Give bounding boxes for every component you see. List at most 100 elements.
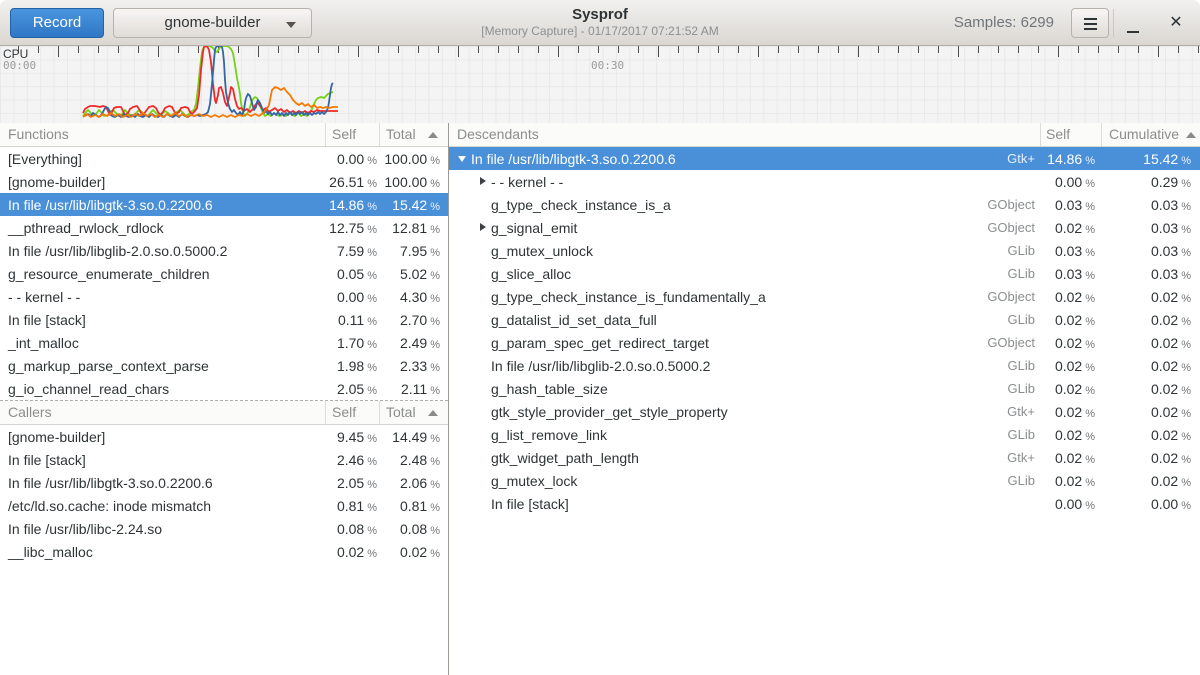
callers-total-column[interactable]: Total bbox=[386, 404, 416, 420]
function-name-cell: g_signal_emitGObject bbox=[449, 216, 1040, 239]
value: 0.02 bbox=[1055, 358, 1082, 374]
self-percentage: 0.02% bbox=[1040, 450, 1101, 466]
callers-column-title[interactable]: Callers bbox=[8, 404, 52, 420]
close-button[interactable]: ✕ bbox=[1161, 8, 1191, 38]
library-category-badge: GObject bbox=[987, 289, 1040, 304]
record-button[interactable]: Record bbox=[10, 8, 104, 38]
table-row[interactable]: [gnome-builder]9.45%14.49% bbox=[0, 425, 448, 448]
self-percentage: 0.02% bbox=[1040, 335, 1101, 351]
percent-sign: % bbox=[430, 201, 440, 213]
percent-sign: % bbox=[1181, 454, 1191, 466]
table-row[interactable]: g_slice_allocGLib0.03%0.03% bbox=[449, 262, 1200, 285]
table-row[interactable]: In file [stack]0.00%0.00% bbox=[449, 492, 1200, 515]
value: 0.05 bbox=[337, 266, 364, 282]
expander-down-icon[interactable] bbox=[455, 147, 471, 170]
table-row[interactable]: [gnome-builder]26.51%100.00% bbox=[0, 170, 448, 193]
table-row[interactable]: - - kernel - -0.00%4.30% bbox=[0, 285, 448, 308]
function-name: g_type_check_instance_is_fundamentally_a bbox=[491, 289, 766, 305]
table-row[interactable]: g_type_check_instance_is_fundamentally_a… bbox=[449, 285, 1200, 308]
triangle-glyph bbox=[458, 156, 466, 162]
table-row[interactable]: In file /usr/lib/libgtk-3.so.0.2200.62.0… bbox=[0, 471, 448, 494]
function-name: - - kernel - - bbox=[491, 174, 563, 190]
percent-sign: % bbox=[430, 525, 440, 537]
value: 4.30 bbox=[400, 289, 427, 305]
expander-placeholder bbox=[475, 400, 491, 423]
expander-right-icon[interactable] bbox=[475, 170, 491, 193]
table-row[interactable]: g_io_channel_read_chars2.05%2.11% bbox=[0, 377, 448, 400]
expander-placeholder bbox=[475, 492, 491, 515]
value: 0.02 bbox=[1151, 381, 1178, 397]
descendants-column-title[interactable]: Descendants bbox=[457, 126, 539, 142]
table-row[interactable]: gtk_style_provider_get_style_propertyGtk… bbox=[449, 400, 1200, 423]
function-name-cell: In file /usr/lib/libglib-2.0.so.0.5000.2… bbox=[449, 354, 1040, 377]
function-name-cell: g_list_remove_linkGLib bbox=[449, 423, 1040, 446]
table-row[interactable]: _int_malloc1.70%2.49% bbox=[0, 331, 448, 354]
table-row[interactable]: g_mutex_lockGLib0.02%0.02% bbox=[449, 469, 1200, 492]
total-percentage: 100.00% bbox=[379, 151, 448, 167]
library-category-badge: Gtk+ bbox=[1007, 404, 1040, 419]
value: 15.42 bbox=[392, 197, 427, 213]
table-row[interactable]: - - kernel - -0.00%0.29% bbox=[449, 170, 1200, 193]
table-row[interactable]: In file [stack]0.11%2.70% bbox=[0, 308, 448, 331]
total-percentage: 2.11% bbox=[379, 381, 448, 397]
table-row[interactable]: In file [stack]2.46%2.48% bbox=[0, 448, 448, 471]
table-row[interactable]: In file /usr/lib/libgtk-3.so.0.2200.614.… bbox=[0, 193, 448, 216]
functions-column-title[interactable]: Functions bbox=[8, 126, 69, 142]
table-row[interactable]: g_type_check_instance_is_aGObject0.03%0.… bbox=[449, 193, 1200, 216]
expander-right-icon[interactable] bbox=[475, 216, 491, 239]
self-percentage: 0.02% bbox=[1040, 381, 1101, 397]
percent-sign: % bbox=[1181, 339, 1191, 351]
table-row[interactable]: /etc/ld.so.cache: inode mismatch0.81%0.8… bbox=[0, 494, 448, 517]
value: 0.03 bbox=[1055, 243, 1082, 259]
total-percentage: 12.81% bbox=[379, 220, 448, 236]
function-name: In file /usr/lib/libgtk-3.so.0.2200.6 bbox=[471, 151, 676, 167]
table-row[interactable]: g_param_spec_get_redirect_targetGObject0… bbox=[449, 331, 1200, 354]
functions-total-column[interactable]: Total bbox=[386, 126, 416, 142]
descendants-tree: In file /usr/lib/libgtk-3.so.0.2200.6 Gtk… bbox=[449, 147, 1200, 515]
table-row[interactable]: In file /usr/lib/libgtk-3.so.0.2200.6Gtk… bbox=[449, 147, 1200, 170]
table-row[interactable]: g_hash_table_sizeGLib0.02%0.02% bbox=[449, 377, 1200, 400]
expander-placeholder bbox=[475, 354, 491, 377]
process-selector-dropdown[interactable]: gnome-builder bbox=[113, 8, 312, 38]
self-percentage: 1.70% bbox=[325, 335, 379, 351]
table-row[interactable]: [Everything]0.00%100.00% bbox=[0, 147, 448, 170]
table-row[interactable]: g_markup_parse_context_parse1.98%2.33% bbox=[0, 354, 448, 377]
cpu-graph[interactable]: CPU 00:00 00:30 bbox=[0, 46, 1200, 123]
function-name: g_param_spec_get_redirect_target bbox=[491, 335, 709, 351]
table-row[interactable]: In file /usr/lib/libc-2.24.so 0.08%0.08% bbox=[0, 517, 448, 540]
descendants-self-column[interactable]: Self bbox=[1046, 126, 1070, 142]
table-row[interactable]: In file /usr/lib/libglib-2.0.so.0.5000.2… bbox=[449, 354, 1200, 377]
total-percentage: 0.08% bbox=[379, 521, 448, 537]
function-name-cell: g_mutex_unlockGLib bbox=[449, 239, 1040, 262]
table-row[interactable]: __libc_malloc0.02%0.02% bbox=[0, 540, 448, 563]
function-name-cell: g_mutex_lockGLib bbox=[449, 469, 1040, 492]
function-name-cell: g_type_check_instance_is_fundamentally_a… bbox=[449, 285, 1040, 308]
minimize-button[interactable] bbox=[1118, 8, 1148, 38]
total-percentage: 0.02% bbox=[379, 544, 448, 560]
value: 0.11 bbox=[338, 312, 364, 328]
table-row[interactable]: gtk_widget_path_lengthGtk+0.02%0.02% bbox=[449, 446, 1200, 469]
table-row[interactable]: __pthread_rwlock_rdlock12.75%12.81% bbox=[0, 216, 448, 239]
function-name-cell: In file [stack] bbox=[0, 312, 325, 328]
self-percentage: 0.02% bbox=[1040, 289, 1101, 305]
value: 7.95 bbox=[400, 243, 427, 259]
descendants-cumulative-column[interactable]: Cumulative bbox=[1109, 126, 1179, 142]
percent-sign: % bbox=[367, 224, 377, 236]
table-row[interactable]: g_datalist_id_set_data_fullGLib0.02%0.02… bbox=[449, 308, 1200, 331]
value: 14.49 bbox=[392, 429, 427, 445]
callers-self-column[interactable]: Self bbox=[332, 404, 356, 420]
value: 0.08 bbox=[400, 521, 427, 537]
table-row[interactable]: In file /usr/lib/libglib-2.0.so.0.5000.2… bbox=[0, 239, 448, 262]
table-row[interactable]: g_list_remove_linkGLib0.02%0.02% bbox=[449, 423, 1200, 446]
self-percentage: 0.02% bbox=[325, 544, 379, 560]
function-name-cell: gtk_style_provider_get_style_propertyGtk… bbox=[449, 400, 1040, 423]
function-name-cell: In file /usr/lib/libc-2.24.so bbox=[0, 521, 325, 537]
functions-self-column[interactable]: Self bbox=[332, 126, 356, 142]
self-percentage: 9.45% bbox=[325, 429, 379, 445]
table-row[interactable]: g_resource_enumerate_children0.05%5.02% bbox=[0, 262, 448, 285]
menu-button[interactable] bbox=[1071, 8, 1109, 38]
table-row[interactable]: g_signal_emitGObject0.02%0.03% bbox=[449, 216, 1200, 239]
triangle-glyph bbox=[480, 177, 486, 185]
value: 0.02 bbox=[1151, 473, 1178, 489]
table-row[interactable]: g_mutex_unlockGLib0.03%0.03% bbox=[449, 239, 1200, 262]
